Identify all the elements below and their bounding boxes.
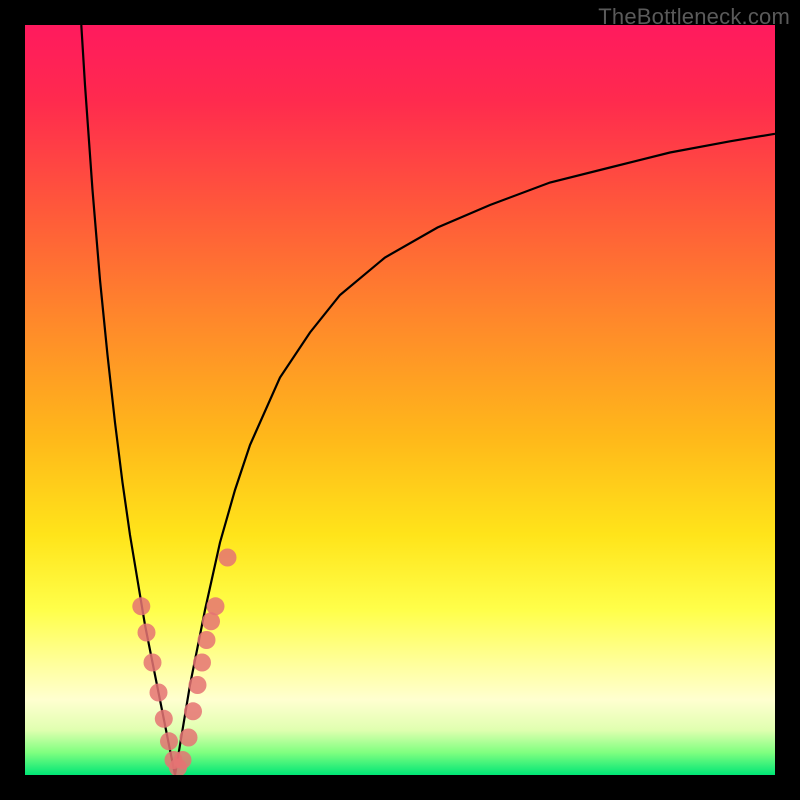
marker-dot: [150, 684, 168, 702]
marker-dot: [160, 732, 178, 750]
marker-dot: [193, 654, 211, 672]
marker-dot: [198, 631, 216, 649]
marker-dot: [155, 710, 173, 728]
watermark-text: TheBottleneck.com: [598, 4, 790, 30]
marker-dot: [132, 597, 150, 615]
marker-dot: [219, 549, 237, 567]
marker-dot: [180, 729, 198, 747]
marker-dot: [184, 702, 202, 720]
marker-dot: [174, 751, 192, 769]
plot-area: [25, 25, 775, 775]
marker-dots: [132, 549, 236, 776]
marker-dot: [207, 597, 225, 615]
chart-svg: [25, 25, 775, 775]
marker-dot: [189, 676, 207, 694]
curve-right-branch: [175, 134, 775, 775]
marker-dot: [144, 654, 162, 672]
marker-dot: [138, 624, 156, 642]
curve-group: [81, 25, 775, 775]
chart-frame: TheBottleneck.com: [0, 0, 800, 800]
